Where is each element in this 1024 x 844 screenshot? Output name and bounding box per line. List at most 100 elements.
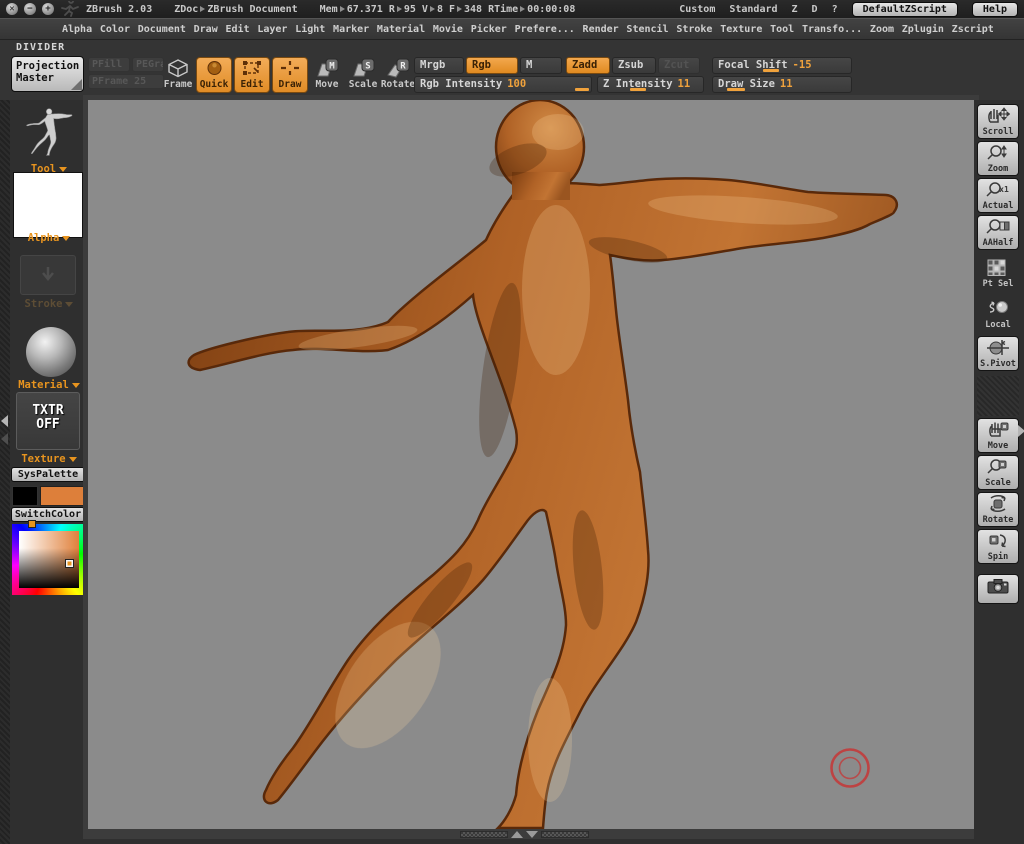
menu-movie[interactable]: Movie (433, 24, 463, 35)
edit-button[interactable]: Edit (234, 57, 270, 93)
collapse-left-icon[interactable] (1, 433, 8, 445)
maximize-button[interactable]: + (42, 3, 54, 15)
menu-stencil[interactable]: Stencil (626, 24, 668, 35)
color-picker-gradient[interactable] (19, 531, 79, 588)
menu-picker[interactable]: Picker (471, 24, 507, 35)
alpha-preview[interactable] (13, 172, 83, 238)
menu-document[interactable]: Document (138, 24, 186, 35)
menu-marker[interactable]: Marker (333, 24, 369, 35)
sculpt-figure[interactable] (88, 100, 974, 829)
aahalf-icon (986, 218, 1010, 235)
material-preview[interactable] (26, 327, 76, 377)
tray-close-icon[interactable] (526, 831, 538, 838)
syspalette-button[interactable]: SysPalette (11, 467, 85, 482)
pt-sel-button[interactable]: Pt Sel (977, 256, 1019, 291)
z-item[interactable]: Z (792, 4, 798, 15)
close-button[interactable]: ✕ (6, 3, 18, 15)
d-item[interactable]: D (812, 4, 818, 15)
help-button[interactable]: Help (972, 2, 1018, 17)
zadd-toggle[interactable]: Zadd (566, 57, 610, 74)
s-pivot-button[interactable]: S.Pivot (977, 336, 1019, 371)
menu-zplugin[interactable]: Zplugin (902, 24, 944, 35)
brush-cursor-icon (832, 750, 869, 787)
menu-alpha[interactable]: Alpha (62, 24, 92, 35)
draw-button[interactable]: Draw (272, 57, 308, 93)
m-toggle[interactable]: M (520, 57, 562, 74)
rgb-toggle[interactable]: Rgb (466, 57, 518, 74)
texture-preview[interactable]: TXTR OFF (16, 392, 80, 450)
collapse-left-icon[interactable] (1, 415, 8, 427)
material-selector[interactable]: Material (10, 379, 88, 391)
draw-size-slider[interactable]: Draw Size11 (712, 76, 852, 93)
r-stat: R95 (389, 4, 416, 15)
minimize-button[interactable]: − (24, 3, 36, 15)
slider-tick (727, 88, 745, 91)
scale-gyro-button[interactable]: S Scale (346, 58, 380, 90)
menu-tool[interactable]: Tool (770, 24, 794, 35)
corner-fold-icon (71, 79, 82, 90)
mem-stat: Mem67.371 (320, 4, 383, 15)
mrgb-toggle[interactable]: Mrgb (414, 57, 464, 74)
menu-preferences[interactable]: Prefere... (515, 24, 575, 35)
main-color-swatch[interactable] (40, 486, 85, 506)
color-picker[interactable] (12, 524, 86, 595)
rotate-gyro-button[interactable]: R Rotate (380, 58, 416, 90)
slider-tick (763, 69, 779, 72)
doc-selector[interactable]: ZDoc ZBrush Document (174, 4, 297, 15)
menu-material[interactable]: Material (377, 24, 425, 35)
hue-marker[interactable] (28, 520, 36, 528)
local-button[interactable]: Local (977, 297, 1019, 332)
left-tray-divider[interactable] (0, 100, 10, 844)
menu-light[interactable]: Light (295, 24, 325, 35)
texture-selector[interactable]: Texture (10, 453, 88, 465)
frame-button[interactable]: Frame (163, 59, 193, 90)
title-bar: ✕ − + ZBrush 2.03 ZDoc ZBrush Document M… (0, 0, 1024, 18)
scale-view-button[interactable]: Scale (977, 455, 1019, 490)
zbrush-logo-icon (60, 1, 80, 17)
collapse-right-icon[interactable] (1018, 425, 1024, 437)
z-intensity-slider[interactable]: Z Intensity11 (597, 76, 704, 93)
aahalf-button[interactable]: AAHalf (977, 215, 1019, 250)
menu-zoom[interactable]: Zoom (870, 24, 894, 35)
zoom-button[interactable]: Zoom (977, 141, 1019, 176)
secondary-color-swatch[interactable] (12, 486, 38, 506)
menu-color[interactable]: Color (100, 24, 130, 35)
menu-draw[interactable]: Draw (194, 24, 218, 35)
move-gyro-button[interactable]: M Move (310, 58, 344, 90)
document-canvas[interactable] (88, 100, 974, 829)
focal-shift-slider[interactable]: Focal Shift-15 (712, 57, 852, 74)
tray-scroll-right[interactable] (541, 831, 589, 838)
switchcolor-button[interactable]: SwitchColor (11, 507, 85, 522)
menu-texture[interactable]: Texture (720, 24, 762, 35)
menu-transform[interactable]: Transfo... (802, 24, 862, 35)
help-question-item[interactable]: ? (832, 4, 838, 15)
alpha-selector[interactable]: Alpha (10, 232, 88, 244)
rotate-view-button[interactable]: Rotate (977, 492, 1019, 527)
menu-zscript[interactable]: Zscript (952, 24, 994, 35)
zsub-toggle[interactable]: Zsub (612, 57, 656, 74)
slider-tick (630, 88, 646, 91)
actual-button[interactable]: x1 Actual (977, 178, 1019, 213)
snapshot-button[interactable] (977, 574, 1019, 604)
color-picker-cursor[interactable] (65, 559, 74, 568)
default-zscript-button[interactable]: DefaultZScript (852, 2, 958, 17)
chevron-down-icon (65, 302, 73, 307)
rgb-intensity-slider[interactable]: Rgb Intensity100 (414, 76, 592, 93)
menu-edit[interactable]: Edit (225, 24, 249, 35)
standard-ui-item[interactable]: Standard (729, 4, 777, 15)
current-tool-preview[interactable] (22, 104, 76, 162)
menu-render[interactable]: Render (583, 24, 619, 35)
custom-ui-item[interactable]: Custom (679, 4, 715, 15)
svg-text:R: R (400, 62, 406, 72)
scroll-button[interactable]: Scroll (977, 104, 1019, 139)
spin-button[interactable]: Spin (977, 529, 1019, 564)
bottom-tray-handle[interactable] (460, 829, 604, 839)
menu-stroke[interactable]: Stroke (676, 24, 712, 35)
tray-open-icon[interactable] (511, 831, 523, 838)
menu-layer[interactable]: Layer (257, 24, 287, 35)
quick-button[interactable]: Quick (196, 57, 232, 93)
tray-scroll-left[interactable] (460, 831, 508, 838)
move-view-button[interactable]: Move (977, 418, 1019, 453)
stroke-selector-disabled: Stroke (10, 298, 88, 310)
projection-master-button[interactable]: Projection Master (11, 56, 84, 92)
